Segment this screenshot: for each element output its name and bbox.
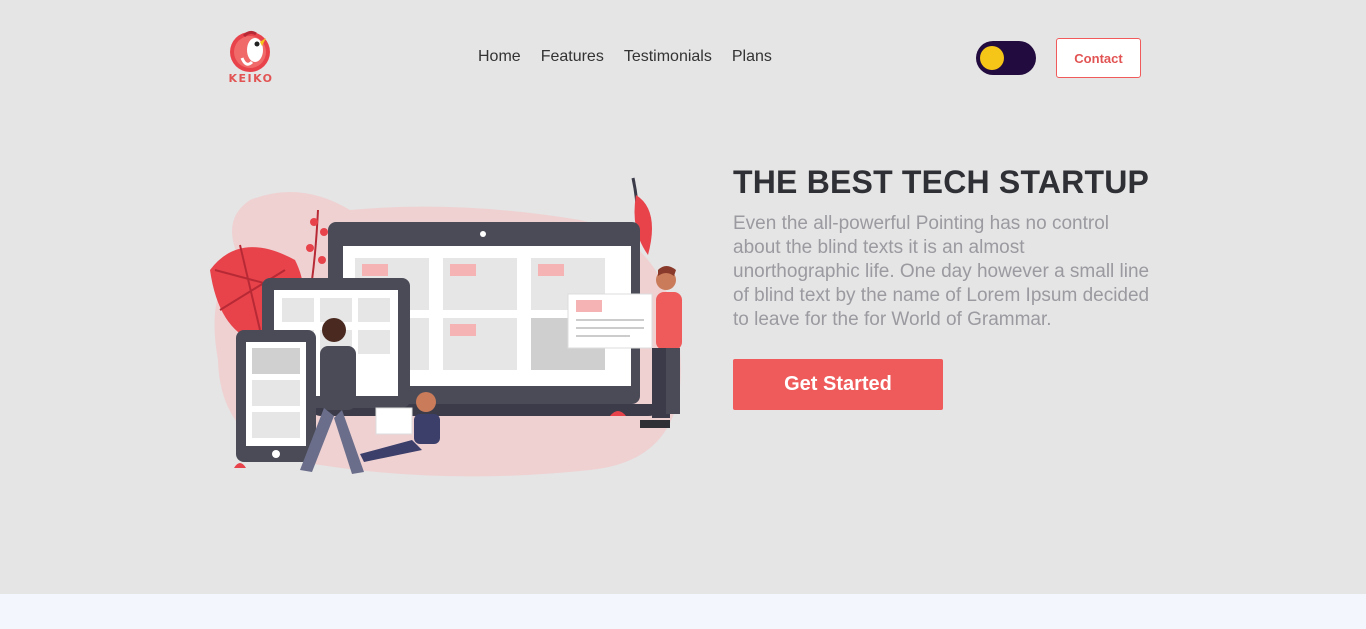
hero-title: THE BEST TECH STARTUP bbox=[733, 164, 1150, 200]
contact-button[interactable]: Contact bbox=[1056, 38, 1141, 78]
site-header: KEIKO Home Features Testimonials Plans C… bbox=[0, 0, 1366, 116]
nav-item-testimonials[interactable]: Testimonials bbox=[614, 46, 722, 70]
get-started-button[interactable]: Get Started bbox=[733, 359, 943, 410]
nav-item-plans[interactable]: Plans bbox=[722, 46, 782, 70]
nav-item-home[interactable]: Home bbox=[468, 46, 531, 70]
main-nav: Home Features Testimonials Plans bbox=[468, 46, 782, 70]
brand-logo[interactable]: KEIKO bbox=[222, 28, 280, 88]
nav-item-features[interactable]: Features bbox=[531, 46, 614, 70]
hero-description: Even the all-powerful Pointing has no co… bbox=[733, 213, 1150, 330]
devices-people-illustration bbox=[210, 177, 682, 477]
theme-toggle[interactable] bbox=[976, 41, 1036, 75]
brand-name: KEIKO bbox=[228, 72, 274, 85]
hero-illustration bbox=[200, 170, 690, 490]
keiko-mascot-icon bbox=[230, 30, 270, 72]
toggle-knob bbox=[980, 46, 1004, 70]
next-section-band bbox=[0, 594, 1366, 629]
